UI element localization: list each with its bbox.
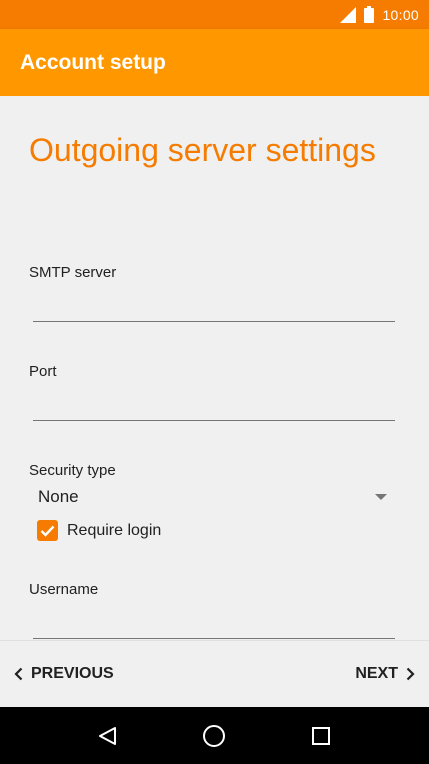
smtp-server-label: SMTP server [29, 264, 117, 281]
home-icon[interactable] [199, 721, 229, 751]
battery-icon [364, 6, 375, 23]
previous-label: PREVIOUS [31, 665, 114, 682]
signal-icon [340, 6, 357, 23]
page-title: Outgoing server settings [29, 132, 376, 168]
back-icon[interactable] [93, 721, 123, 751]
require-login-row[interactable]: Require login [37, 520, 161, 541]
dropdown-arrow-icon [375, 494, 387, 500]
previous-button[interactable]: PREVIOUS [14, 665, 114, 683]
status-bar: 10:00 [0, 0, 429, 29]
chevron-right-icon [406, 667, 415, 681]
recents-icon[interactable] [306, 721, 336, 751]
port-label: Port [29, 363, 57, 380]
security-type-label: Security type [29, 462, 116, 479]
security-type-select[interactable]: None [29, 484, 391, 510]
bottom-nav: PREVIOUS NEXT [0, 640, 429, 707]
form-content[interactable]: Outgoing server settings SMTP server Por… [0, 96, 429, 640]
require-login-checkbox[interactable] [37, 520, 58, 541]
app-bar-title: Account setup [20, 50, 166, 74]
require-login-label: Require login [67, 521, 162, 539]
status-time: 10:00 [382, 6, 419, 23]
app-bar: Account setup [0, 29, 429, 96]
chevron-left-icon [14, 667, 23, 681]
smtp-server-input[interactable] [33, 282, 395, 322]
check-icon [40, 525, 55, 537]
port-input[interactable] [33, 381, 395, 421]
security-type-value: None [38, 487, 79, 506]
system-nav-bar [0, 707, 429, 764]
username-label: Username [29, 581, 99, 598]
username-input[interactable] [33, 599, 395, 639]
next-button[interactable]: NEXT [355, 665, 415, 683]
next-label: NEXT [355, 665, 398, 682]
